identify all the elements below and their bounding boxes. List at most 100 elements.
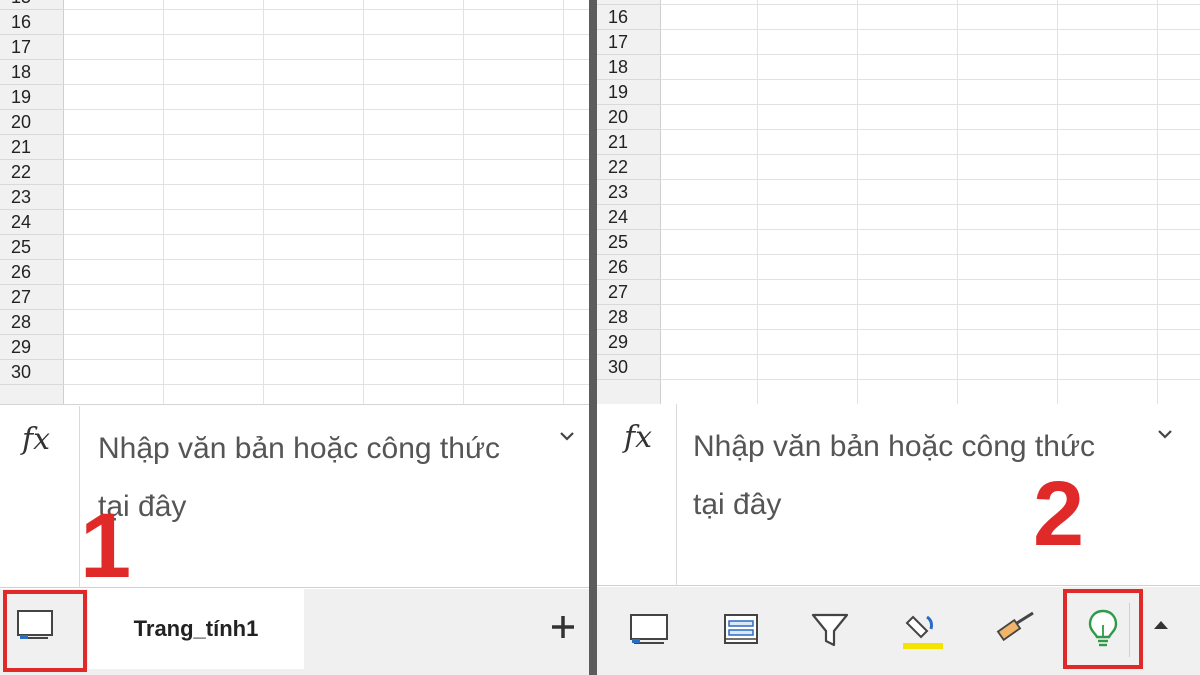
row-number[interactable]: 29	[597, 330, 661, 355]
formula-placeholder-line2: tại đây	[98, 490, 187, 523]
sheet-view-icon[interactable]	[623, 603, 675, 655]
chevron-down-icon[interactable]	[557, 426, 577, 446]
grid-row-line	[661, 154, 1200, 155]
row-number[interactable]: 24	[0, 210, 64, 235]
right-screenshot-panel: 15161718192021222324252627282930 fx Nhập…	[597, 0, 1200, 675]
grid-row-line	[64, 34, 589, 35]
row-number[interactable]: 23	[0, 185, 64, 210]
spreadsheet-grid[interactable]: 15161718192021222324252627282930	[597, 0, 1200, 405]
grid-row-line	[64, 309, 589, 310]
row-number[interactable]: 20	[597, 105, 661, 130]
grid-row-line	[64, 209, 589, 210]
grid-row-line	[64, 109, 589, 110]
grid-row-line	[661, 229, 1200, 230]
spreadsheet-grid[interactable]: 15161718192021222324252627282930	[0, 0, 589, 405]
row-number[interactable]: 22	[0, 160, 64, 185]
collapse-up-icon[interactable]	[1149, 613, 1173, 637]
grid-row-line	[661, 179, 1200, 180]
grid-row-line	[64, 259, 589, 260]
grid-row-line	[661, 104, 1200, 105]
grid-column-line	[857, 0, 858, 404]
grid-row-line	[64, 134, 589, 135]
grid-column-line	[563, 0, 564, 404]
grid-column-line	[263, 0, 264, 404]
row-number[interactable]: 27	[0, 285, 64, 310]
grid-row-line	[661, 329, 1200, 330]
grid-row-line	[64, 359, 589, 360]
row-header-column: 15161718192021222324252627282930	[597, 0, 661, 404]
row-number[interactable]: 19	[0, 85, 64, 110]
format-table-icon[interactable]	[715, 603, 767, 655]
step2-highlight-box	[1063, 589, 1143, 669]
row-number[interactable]: 17	[0, 35, 64, 60]
grid-row-line	[64, 84, 589, 85]
grid-row-line	[661, 54, 1200, 55]
row-number[interactable]: 25	[0, 235, 64, 260]
row-number[interactable]: 28	[597, 305, 661, 330]
grid-column-line	[1057, 0, 1058, 404]
row-number[interactable]: 16	[597, 5, 661, 30]
chevron-down-icon[interactable]	[1155, 424, 1175, 444]
row-number[interactable]: 30	[597, 355, 661, 380]
grid-row-line	[661, 279, 1200, 280]
grid-row-line	[661, 79, 1200, 80]
fx-icon: fx	[22, 422, 51, 457]
grid-column-line	[463, 0, 464, 404]
row-number[interactable]: 26	[0, 260, 64, 285]
row-number[interactable]: 18	[597, 55, 661, 80]
grid-column-line	[757, 0, 758, 404]
grid-row-line	[661, 354, 1200, 355]
grid-row-line	[64, 384, 589, 385]
formula-placeholder-line1: Nhập văn bản hoặc công thức	[98, 432, 501, 465]
fill-color-icon[interactable]	[897, 603, 949, 655]
step2-number: 2	[1033, 463, 1085, 565]
row-number[interactable]: 26	[597, 255, 661, 280]
row-number[interactable]: 21	[0, 135, 64, 160]
grid-row-line	[64, 284, 589, 285]
grid-row-line	[64, 9, 589, 10]
row-number[interactable]: 23	[597, 180, 661, 205]
left-screenshot-panel: 15161718192021222324252627282930 fx Nhập…	[0, 0, 589, 675]
step1-highlight-box	[3, 590, 87, 672]
fx-icon: fx	[624, 420, 653, 455]
grid-row-line	[661, 129, 1200, 130]
row-number[interactable]: 18	[0, 60, 64, 85]
row-number[interactable]: 20	[0, 110, 64, 135]
grid-row-line	[64, 234, 589, 235]
formula-input[interactable]: Nhập văn bản hoặc công thức tại đây	[98, 420, 548, 536]
grid-row-line	[64, 159, 589, 160]
fx-button[interactable]: fx	[0, 406, 80, 588]
row-number[interactable]: 30	[0, 360, 64, 385]
row-number[interactable]: 29	[0, 335, 64, 360]
row-number[interactable]: 21	[597, 130, 661, 155]
row-number[interactable]: 28	[0, 310, 64, 335]
sheet-tab-trang-tinh-1[interactable]: Trang_tính1	[88, 589, 304, 669]
row-number[interactable]: 24	[597, 205, 661, 230]
sheet-tab-bar: Trang_tính1	[0, 589, 589, 675]
grid-column-line	[1157, 0, 1158, 404]
step1-number: 1	[80, 495, 132, 597]
grid-row-line	[661, 304, 1200, 305]
row-number[interactable]: 17	[597, 30, 661, 55]
grid-row-line	[661, 204, 1200, 205]
row-number[interactable]: 22	[597, 155, 661, 180]
grid-column-line	[957, 0, 958, 404]
grid-column-line	[163, 0, 164, 404]
add-sheet-icon[interactable]	[548, 612, 578, 642]
filter-icon[interactable]	[804, 603, 856, 655]
fx-button[interactable]: fx	[597, 404, 677, 586]
grid-row-line	[661, 4, 1200, 5]
row-number[interactable]: 19	[597, 80, 661, 105]
formula-bar[interactable]: fx Nhập văn bản hoặc công thức tại đây	[597, 404, 1200, 586]
row-number[interactable]: 25	[597, 230, 661, 255]
format-painter-icon[interactable]	[991, 603, 1043, 655]
row-number[interactable]: 16	[0, 10, 64, 35]
grid-column-line	[363, 0, 364, 404]
grid-row-line	[64, 59, 589, 60]
row-number[interactable]: 15	[0, 0, 64, 10]
grid-row-line	[64, 184, 589, 185]
panel-divider	[589, 0, 597, 675]
grid-row-line	[661, 379, 1200, 380]
row-header-column: 15161718192021222324252627282930	[0, 0, 64, 404]
row-number[interactable]: 27	[597, 280, 661, 305]
